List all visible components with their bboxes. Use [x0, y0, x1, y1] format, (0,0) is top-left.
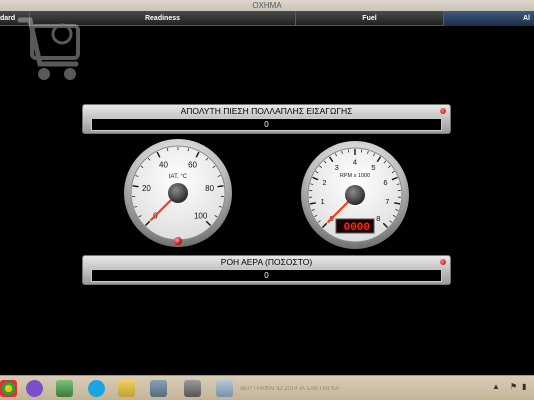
iat-needle-hub — [168, 183, 188, 203]
iat-major-tick — [132, 185, 139, 188]
skype-icon[interactable] — [88, 380, 105, 397]
iat-tick-label: 100 — [194, 211, 208, 220]
iat-unit-label: IAT, °C — [169, 174, 188, 180]
viber-icon[interactable] — [26, 380, 43, 397]
manifold-pressure-close-icon[interactable] — [440, 108, 446, 114]
app-icon-1[interactable] — [150, 380, 167, 397]
rpm-needle-hub — [345, 185, 365, 205]
rpm-gauge: 012345678 RPM x 1000 0000 — [301, 141, 409, 249]
iat-tick-label: 40 — [159, 160, 168, 169]
rpm-tick-label: 4 — [353, 158, 357, 167]
rpm-digital-readout: 0000 — [344, 222, 370, 234]
cart-watermark-icon — [17, 17, 80, 80]
air-flow-panel: ΡΟΗ ΑΕΡΑ (ΠΟΣΟΣΤΟ) 0 — [82, 255, 451, 285]
window-title: ΟΧΗΜΑ — [252, 1, 282, 10]
tab-fuel[interactable]: Fuel — [296, 11, 444, 26]
rpm-tick-label: 3 — [335, 163, 339, 172]
iat-tick-label: 20 — [142, 184, 151, 193]
taskbar-status-text: ΑΕΡ ΓΡΑΦΑΓΙΟ 2014 ΙΑ ΣΑΒ ΠΑΓΚΑ — [240, 386, 340, 392]
rpm-tick-label: 2 — [322, 178, 326, 187]
iat-tick-label: 80 — [205, 184, 214, 193]
network-app-icon[interactable] — [56, 380, 73, 397]
tab-all[interactable]: Al — [444, 11, 534, 26]
obd-scanner-icon[interactable] — [184, 380, 201, 397]
taskbar: ΑΕΡ ΓΡΑΦΑΓΙΟ 2014 ΙΑ ΣΑΒ ΠΑΓΚΑ ▲ ⚑ ▮ — [0, 375, 534, 400]
iat-major-tick — [217, 185, 224, 188]
app-icon-2[interactable] — [216, 380, 233, 397]
folder-icon[interactable] — [118, 380, 135, 397]
rpm-tick-label: 6 — [383, 178, 387, 187]
manifold-pressure-value: 0 — [91, 118, 442, 131]
window-title-bar: ΟΧΗΜΑ — [0, 0, 534, 11]
rpm-tick-label: 5 — [371, 163, 375, 172]
air-flow-value: 0 — [91, 269, 442, 282]
tray-flag-icon[interactable]: ⚑ — [510, 382, 517, 391]
tray-arrow-icon[interactable]: ▲ — [492, 382, 500, 391]
chrome-icon[interactable] — [0, 380, 17, 397]
rpm-tick-label: 8 — [376, 214, 380, 223]
tray-network-icon[interactable]: ▮ — [522, 382, 526, 391]
manifold-pressure-panel: ΑΠΟΛΥΤΗ ΠΙΕΣΗ ΠΟΛΛΑΠΛΗΣ ΕΙΣΑΓΩΓΗΣ 0 — [82, 104, 451, 134]
iat-warning-led — [174, 237, 182, 245]
rpm-tick-label: 7 — [385, 197, 389, 206]
iat-gauge: 020406080100 IAT, °C — [124, 139, 232, 247]
rpm-tick-label: 1 — [321, 197, 325, 206]
manifold-pressure-label: ΑΠΟΛΥΤΗ ΠΙΕΣΗ ΠΟΛΛΑΠΛΗΣ ΕΙΣΑΓΩΓΗΣ — [180, 106, 353, 116]
rpm-unit-label: RPM x 1000 — [340, 173, 370, 179]
air-flow-label: ΡΟΗ ΑΕΡΑ (ΠΟΣΟΣΤΟ) — [220, 257, 313, 267]
iat-tick-label: 60 — [188, 160, 197, 169]
app-window: { "window": { "title": "ΟΧΗΜΑ" }, "tabs"… — [0, 0, 534, 400]
air-flow-close-icon[interactable] — [440, 259, 446, 265]
